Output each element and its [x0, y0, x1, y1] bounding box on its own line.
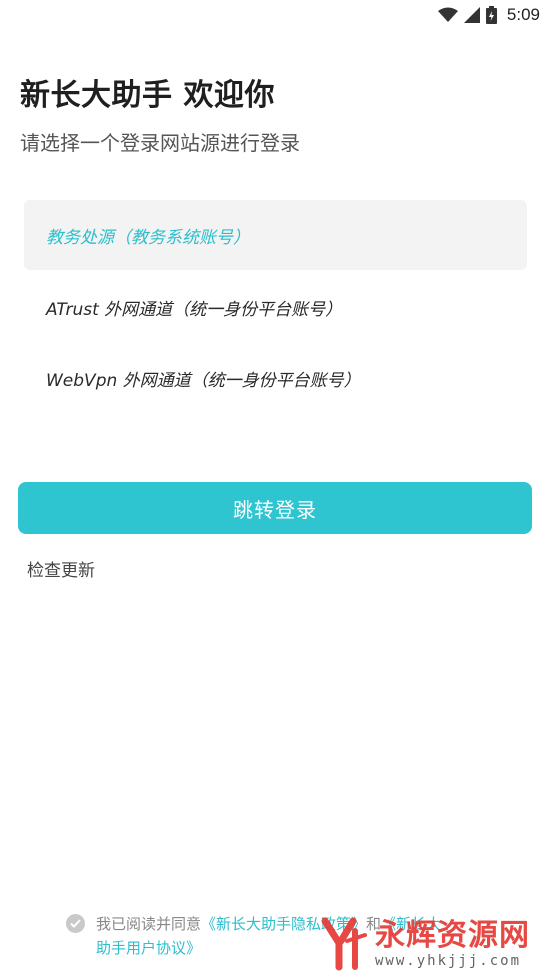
agree-checkbox[interactable]	[66, 914, 85, 933]
check-update-link[interactable]: 检查更新	[27, 556, 95, 581]
source-option-jwc[interactable]: 教务处源（教务系统账号）	[24, 200, 527, 270]
source-option-label: ATrust 外网通道（统一身份平台账号）	[46, 299, 343, 320]
wifi-icon	[437, 7, 458, 22]
page-subtitle: 请选择一个登录网站源进行登录	[20, 131, 300, 155]
source-option-atrust[interactable]: ATrust 外网通道（统一身份平台账号）	[24, 272, 527, 342]
login-button[interactable]: 跳转登录	[18, 482, 532, 534]
agreement-prefix: 我已阅读并同意	[96, 915, 202, 933]
watermark-url: www.yhkjjj.com	[375, 953, 522, 969]
status-bar: 5:09	[0, 0, 550, 30]
source-option-webvpn[interactable]: WebVpn 外网通道（统一身份平台账号）	[24, 343, 527, 413]
source-option-label: WebVpn 外网通道（统一身份平台账号）	[46, 370, 361, 391]
watermark-text: 永辉资源网	[375, 918, 530, 953]
source-option-label: 教务处源（教务系统账号）	[46, 227, 250, 248]
signal-icon	[463, 7, 480, 23]
page-title: 新长大助手 欢迎你	[20, 78, 275, 113]
watermark: 永辉资源网 www.yhkjjj.com	[319, 914, 530, 974]
status-icons: 5:09	[437, 4, 540, 26]
watermark-text-group: 永辉资源网 www.yhkjjj.com	[375, 918, 530, 970]
battery-icon	[485, 6, 497, 24]
watermark-logo-icon	[321, 917, 367, 971]
check-icon	[70, 919, 81, 928]
status-time: 5:09	[506, 5, 540, 24]
